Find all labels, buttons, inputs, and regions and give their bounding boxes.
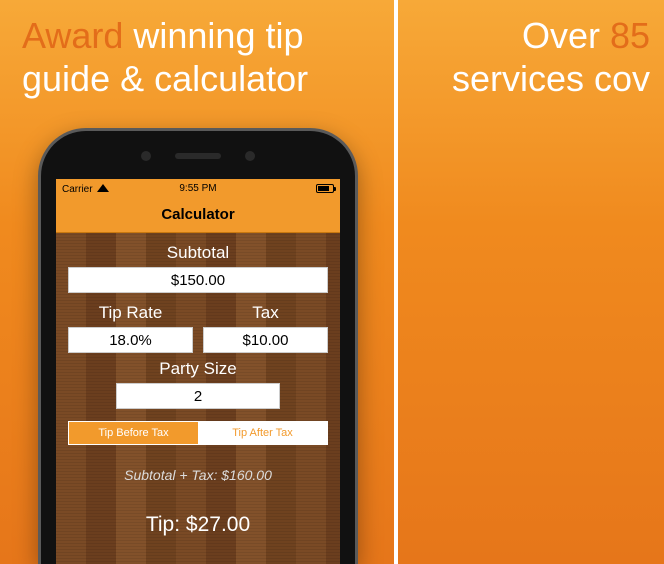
party-label: Party Size <box>68 359 328 379</box>
headline-accent: 85 <box>610 15 650 56</box>
status-time: 9:55 PM <box>179 183 216 194</box>
seg-before-tax[interactable]: Tip Before Tax <box>69 422 198 444</box>
headline-pre: Over <box>522 15 610 56</box>
seg-after-tax[interactable]: Tip After Tax <box>198 422 327 444</box>
headline-post: services cov <box>452 58 650 99</box>
tiprate-label: Tip Rate <box>68 303 193 323</box>
navbar-title: Calculator <box>56 197 340 233</box>
headline-accent: Award <box>22 15 123 56</box>
headline-left: Award winning tip guide & calculator <box>0 0 394 100</box>
promo-panel-right: Over 85 services cov Carrier 9:49 PM U.S… <box>398 0 664 564</box>
wifi-icon <box>97 182 109 192</box>
tiprate-input[interactable]: 18.0% <box>68 327 193 353</box>
subtotal-input[interactable]: $150.00 <box>68 267 328 293</box>
battery-icon <box>316 184 334 193</box>
tax-label: Tax <box>203 303 328 323</box>
carrier-label: Carrier <box>62 184 93 195</box>
status-bar: Carrier 9:55 PM <box>56 179 340 197</box>
promo-panel-left: Award winning tip guide & calculator Car… <box>0 0 396 564</box>
tip-amount: Tip: $27.00 <box>68 513 328 537</box>
headline-right: Over 85 services cov <box>398 0 664 100</box>
tax-input[interactable]: $10.00 <box>203 327 328 353</box>
subtotal-label: Subtotal <box>68 243 328 263</box>
screen-calculator: Carrier 9:55 PM Calculator Subtotal $150… <box>56 179 340 564</box>
phone-left: Carrier 9:55 PM Calculator Subtotal $150… <box>38 128 358 564</box>
subtotal-plus-tax: Subtotal + Tax: $160.00 <box>68 467 328 483</box>
tip-timing-segment[interactable]: Tip Before Tax Tip After Tax <box>68 421 328 445</box>
party-input[interactable]: 2 <box>116 383 280 409</box>
